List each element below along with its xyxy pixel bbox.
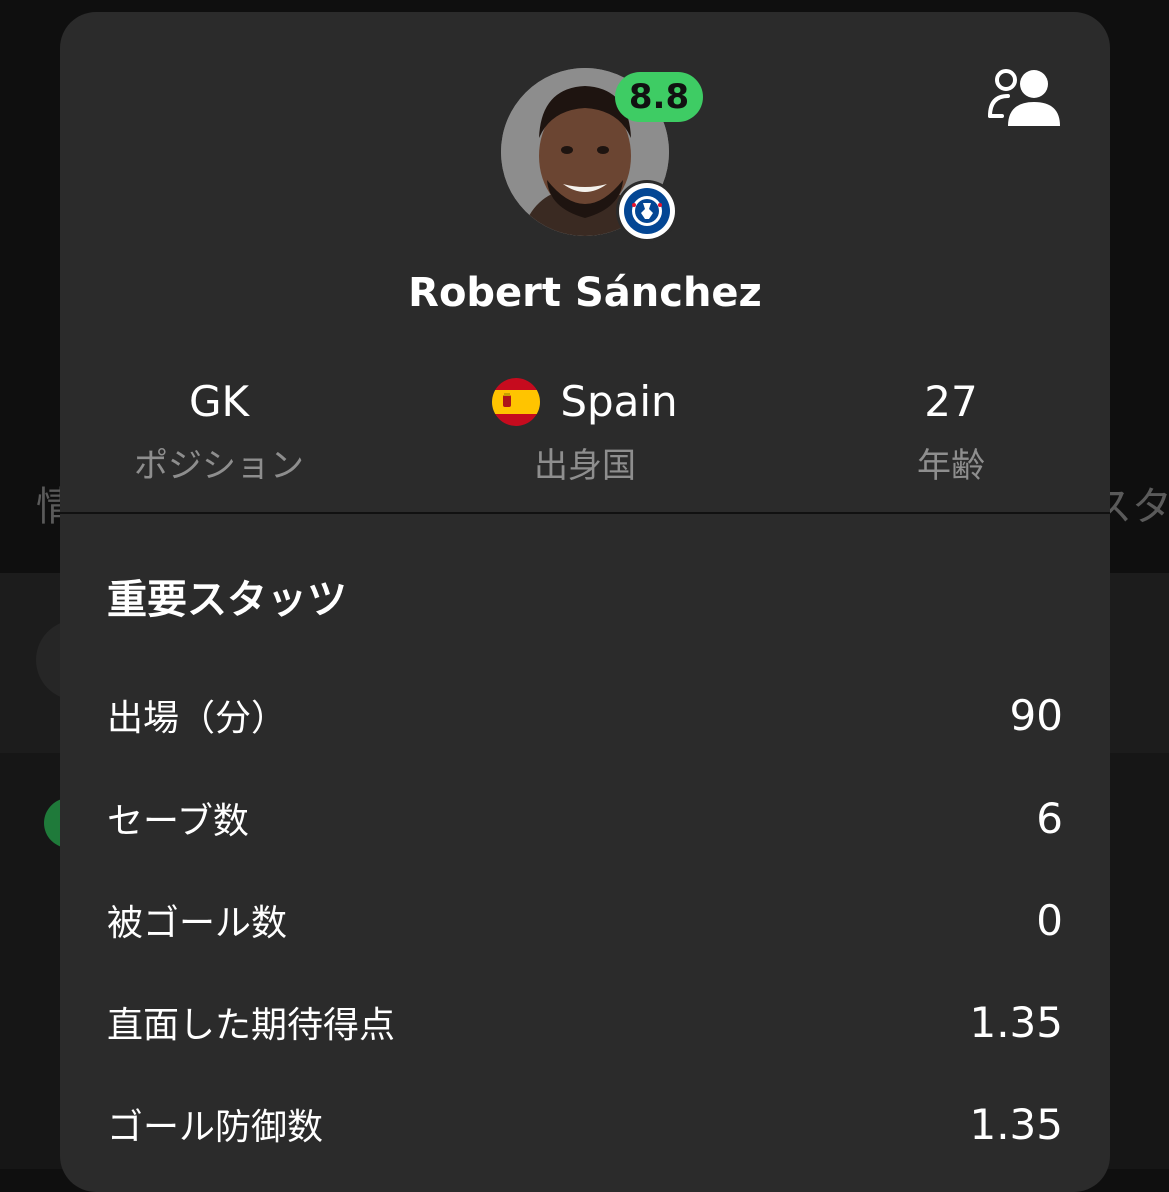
- player-name: Robert Sánchez: [408, 270, 762, 316]
- header-divider: [60, 512, 1110, 514]
- stat-label: 直面した期待得点: [107, 1005, 396, 1046]
- age-value: 27: [924, 377, 978, 426]
- spain-flag-icon: [492, 378, 541, 426]
- stat-value: 6: [1036, 793, 1063, 843]
- position-value: GK: [188, 377, 250, 426]
- stat-value: 0: [1036, 895, 1063, 945]
- stat-value: 90: [1009, 690, 1063, 740]
- stat-row: ゴール防御数 1.35: [107, 1099, 1063, 1149]
- player-card: 8.8 Robert Sánchez GK ポジション Spain 出身国 27…: [60, 12, 1110, 1192]
- stat-value: 1.35: [969, 1099, 1063, 1149]
- position-label: ポジション: [134, 446, 304, 486]
- country-value: Spain: [560, 377, 678, 426]
- rating-badge: 8.8: [615, 72, 703, 122]
- key-stats-title: 重要スタッツ: [107, 577, 347, 623]
- country-value-row: Spain: [415, 374, 755, 430]
- stat-label: 被ゴール数: [107, 903, 288, 944]
- age-info: 27 年齢: [781, 374, 1110, 487]
- stat-row: セーブ数 6: [107, 793, 1063, 843]
- age-label: 年齢: [917, 446, 985, 486]
- chelsea-badge-icon: [619, 183, 675, 239]
- stat-value: 1.35: [969, 997, 1063, 1047]
- follow-player-icon[interactable]: [986, 64, 1062, 130]
- position-info: GK ポジション: [60, 374, 389, 487]
- player-header: 8.8 Robert Sánchez GK ポジション Spain 出身国 27…: [60, 12, 1110, 512]
- stat-label: 出場（分）: [107, 698, 288, 739]
- stat-row: 出場（分） 90: [107, 690, 1063, 740]
- country-info: Spain 出身国: [415, 374, 755, 487]
- stat-row: 直面した期待得点 1.35: [107, 997, 1063, 1047]
- stat-label: ゴール防御数: [107, 1107, 324, 1148]
- stat-row: 被ゴール数 0: [107, 895, 1063, 945]
- stat-label: セーブ数: [107, 801, 249, 842]
- country-label: 出身国: [534, 446, 636, 486]
